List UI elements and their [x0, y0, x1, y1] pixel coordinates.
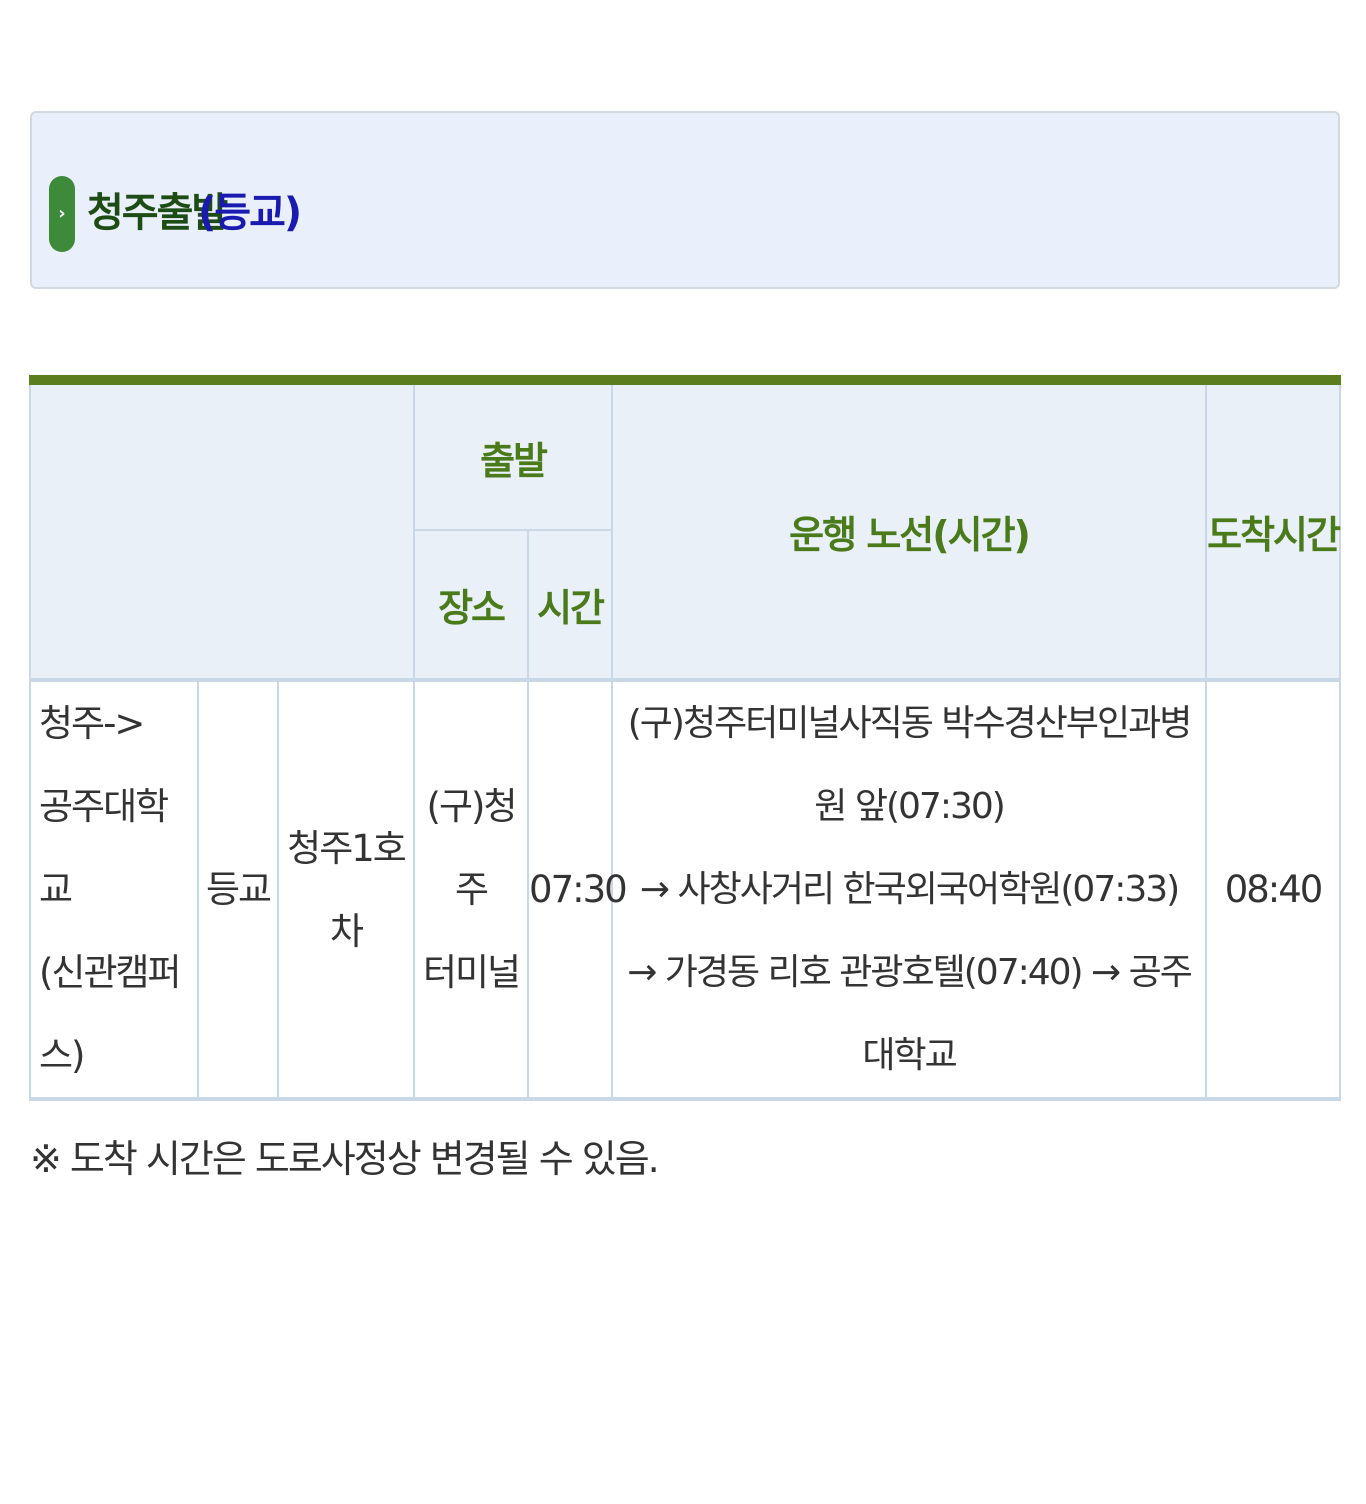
route-line: (구)청주터미널사직동 박수경산부인과병원 앞(07:30) — [627, 703, 1193, 827]
bus-schedule-table: 출발 운행 노선(시간) 도착시간 장소 시간 청주-> 공주대학교 (신관캠퍼… — [28, 375, 1342, 1101]
header-arrival: 도착시간 — [1205, 379, 1342, 682]
header-route: 운행 노선(시간) — [611, 379, 1208, 682]
chevron-right-icon: › — [49, 176, 75, 252]
section-header: › 청주출발 (등교) — [30, 111, 1340, 289]
route-line: → 사창사거리 한국외국어학원(07:33) — [639, 869, 1180, 910]
notice-text: ※ 도착 시간은 도로사정상 변경될 수 있음. — [30, 1137, 660, 1181]
departure-time-cell: 07:30 — [527, 679, 628, 1101]
type-cell: 등교 — [197, 679, 279, 1101]
section-subtitle: (등교) — [198, 190, 302, 236]
vehicle-cell: 청주1호차 — [276, 679, 416, 1101]
section-line: 공주대학교 — [39, 785, 169, 911]
place-cell: (구)청주 터미널 — [413, 679, 530, 1101]
place-line: (구)청주 — [426, 785, 518, 911]
route-line: → 가경동 리호 관광호텔(07:40) → 공주대학교 — [627, 952, 1193, 1076]
header-place: 장소 — [413, 529, 530, 682]
header-time: 시간 — [527, 529, 614, 682]
section-line: 청주-> — [39, 702, 145, 745]
place-line: 터미널 — [422, 951, 521, 994]
route-cell: (구)청주터미널사직동 박수경산부인과병원 앞(07:30) → 사창사거리 한… — [611, 679, 1208, 1101]
header-empty-cell — [28, 379, 416, 682]
section-line: (신관캠퍼스) — [39, 951, 182, 1077]
table-header-row: 출발 운행 노선(시간) 도착시간 — [28, 379, 1342, 682]
table-row: 청주-> 공주대학교 (신관캠퍼스) 등교 청주1호차 (구)청주 터미널 07… — [29, 679, 1342, 1101]
arrival-time-cell: 08:40 — [1205, 679, 1342, 1101]
header-departure: 출발 — [413, 379, 614, 531]
section-cell: 청주-> 공주대학교 (신관캠퍼스) — [29, 679, 199, 1101]
